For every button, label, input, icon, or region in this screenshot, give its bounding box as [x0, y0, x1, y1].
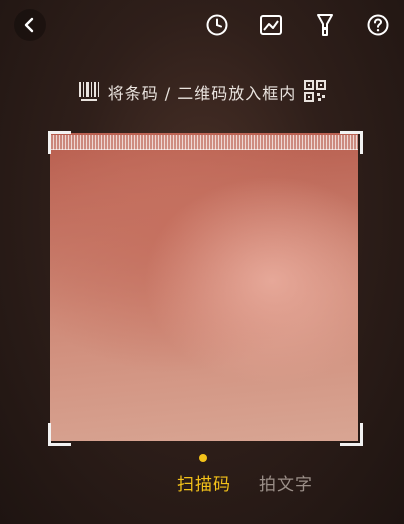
history-clock-icon: [206, 14, 228, 36]
history-button[interactable]: [204, 12, 230, 38]
back-button[interactable]: [14, 9, 46, 41]
image-gallery-icon: [260, 15, 282, 35]
viewfinder-corner-top-left: [48, 131, 71, 154]
chevron-left-icon: [24, 17, 34, 33]
flashlight-button[interactable]: [312, 12, 338, 38]
gallery-button[interactable]: [258, 12, 284, 38]
top-toolbar: [0, 0, 404, 52]
viewfinder-corner-bottom-right: [340, 423, 363, 446]
viewfinder-corner-bottom-left: [48, 423, 71, 446]
help-icon: [367, 14, 389, 36]
camera-viewfinder[interactable]: [50, 133, 358, 441]
scan-hint: 将条码 / 二维码放入框内: [0, 80, 404, 104]
active-mode-indicator: [199, 454, 207, 462]
scan-line: [50, 135, 358, 150]
tab-scan-code[interactable]: 扫描码: [177, 470, 231, 495]
help-button[interactable]: [365, 12, 391, 38]
scan-hint-text: 将条码 / 二维码放入框内: [107, 84, 297, 103]
qrcode-icon: [304, 80, 327, 102]
viewfinder-corner-top-right: [340, 131, 363, 154]
tab-photo-text[interactable]: 拍文字: [259, 470, 313, 495]
flashlight-icon: [317, 14, 333, 36]
barcode-icon: [78, 82, 99, 101]
